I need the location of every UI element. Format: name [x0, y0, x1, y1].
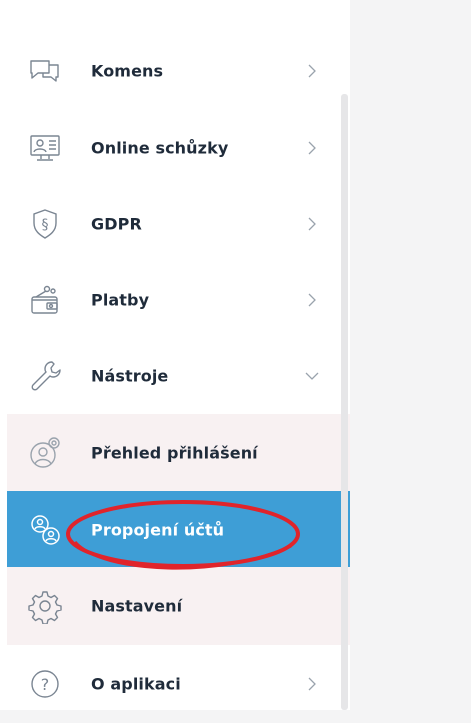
- login-history-icon: [25, 433, 65, 473]
- menu-scrollbar[interactable]: [341, 94, 348, 710]
- menu-item-label: Nastavení: [91, 596, 183, 616]
- svg-text:?: ?: [41, 675, 50, 694]
- menu-item-gdpr[interactable]: § GDPR: [7, 185, 350, 263]
- video-meeting-icon: [25, 128, 65, 168]
- chat-bubbles-icon: [25, 51, 65, 91]
- menu-item-o-aplikaci[interactable]: ? O aplikaci: [7, 645, 350, 723]
- submenu-item-prehled-prihlaseni[interactable]: Přehled přihlášení: [7, 414, 350, 492]
- menu-item-label: Komens: [91, 61, 164, 81]
- content-area: [350, 0, 471, 710]
- submenu-item-propojeni-uctu[interactable]: Propojení účtů: [7, 491, 350, 569]
- menu-item-nastroje[interactable]: Nástroje: [7, 337, 350, 415]
- left-edge: [0, 0, 7, 710]
- chevron-down-icon: [305, 372, 319, 380]
- svg-text:§: §: [42, 217, 49, 233]
- wallet-coins-icon: [25, 280, 65, 320]
- menu-item-label: GDPR: [91, 214, 142, 234]
- wrench-icon: [25, 356, 65, 396]
- menu-item-label: Propojení účtů: [91, 520, 225, 540]
- chevron-right-icon: [308, 141, 316, 155]
- menu-item-label: O aplikaci: [91, 674, 181, 694]
- chevron-right-icon: [308, 217, 316, 231]
- help-icon: ?: [25, 664, 65, 704]
- menu-item-label: Platby: [91, 290, 150, 310]
- chevron-right-icon: [308, 64, 316, 78]
- gear-icon: [25, 586, 65, 626]
- chevron-right-icon: [308, 677, 316, 691]
- linked-accounts-icon: [25, 510, 65, 550]
- shield-paragraph-icon: §: [25, 204, 65, 244]
- menu-item-komens[interactable]: Komens: [7, 32, 350, 110]
- menu-item-platby[interactable]: Platby: [7, 261, 350, 339]
- menu-item-label: Online schůzky: [91, 138, 229, 158]
- menu-item-online-schuzky[interactable]: Online schůzky: [7, 109, 350, 187]
- side-menu: Komens Online schůzky § GDPR Platby Nást…: [7, 0, 350, 710]
- menu-item-label: Přehled přihlášení: [91, 443, 258, 463]
- chevron-right-icon: [308, 293, 316, 307]
- submenu-item-nastaveni[interactable]: Nastavení: [7, 567, 350, 645]
- menu-item-label: Nástroje: [91, 366, 169, 386]
